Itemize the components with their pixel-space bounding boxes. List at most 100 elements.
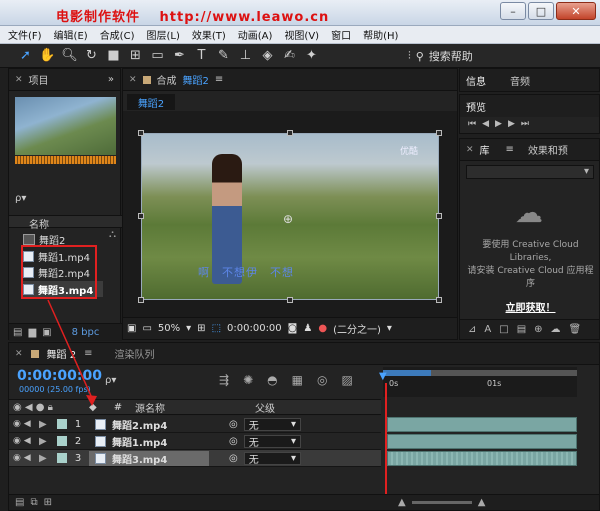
- menu-layer[interactable]: 图层(L): [146, 27, 179, 42]
- clone-stamp-tool-icon[interactable]: ⊥: [236, 46, 255, 65]
- layer-duration-bar[interactable]: [387, 451, 577, 466]
- expand-arrow-icon[interactable]: ▶: [39, 453, 51, 464]
- parent-picker[interactable]: ◎ 无 ▾: [209, 451, 301, 466]
- column-parent[interactable]: 父级: [255, 400, 315, 415]
- camera-tool-icon[interactable]: ■: [104, 46, 123, 65]
- chevron-down-icon[interactable]: ▾: [186, 323, 191, 334]
- library-tab[interactable]: 库: [480, 142, 490, 157]
- label-color[interactable]: [57, 453, 67, 463]
- rotate-tool-icon[interactable]: ↻: [82, 46, 101, 65]
- composition-viewer[interactable]: 优酷 啊 不想伊 不想 ⊕: [123, 111, 457, 317]
- expand-arrow-icon[interactable]: ▶: [39, 419, 51, 430]
- column-source-name[interactable]: 源名称: [129, 400, 255, 415]
- frame-blending-icon[interactable]: ▦: [292, 373, 303, 387]
- always-preview-icon[interactable]: ▣: [127, 323, 136, 334]
- layer-row-selected[interactable]: ◉ ◀ ▶ 3 舞蹈3.mp4 ◎ 无 ▾: [9, 450, 381, 467]
- close-tab-icon[interactable]: ✕: [466, 145, 474, 155]
- monitor-icon[interactable]: ▭: [142, 323, 151, 334]
- parent-picker[interactable]: ◎ 无 ▾: [209, 417, 301, 432]
- get-now-link[interactable]: 立即获取！: [464, 299, 597, 314]
- transform-handle[interactable]: [138, 130, 144, 136]
- bit-depth-button[interactable]: 8 bpc: [72, 327, 100, 338]
- layer-row[interactable]: ◉ ◀ ▶ 2 舞蹈1.mp4 ◎ 无 ▾: [9, 433, 381, 450]
- grid-icon[interactable]: ⊞: [197, 323, 205, 334]
- menu-animation[interactable]: 动画(A): [238, 27, 273, 42]
- layer-duration-bar[interactable]: [387, 434, 577, 449]
- eraser-tool-icon[interactable]: ◈: [258, 46, 277, 65]
- pickwhip-icon[interactable]: ◎: [229, 436, 238, 447]
- selection-tool-icon[interactable]: ➚: [16, 46, 35, 65]
- layer-duration-bar[interactable]: [387, 417, 577, 432]
- menu-view[interactable]: 视图(V): [284, 27, 319, 42]
- work-area-bar[interactable]: [383, 370, 431, 376]
- chevron-down-icon[interactable]: ▾: [387, 323, 392, 334]
- video-frame[interactable]: 优酷 啊 不想伊 不想 ⊕: [141, 133, 439, 300]
- mask-visibility-icon[interactable]: ⬚: [212, 323, 221, 334]
- transform-handle[interactable]: [287, 130, 293, 136]
- project-tab[interactable]: 项目: [29, 72, 49, 87]
- timeline-search-input[interactable]: ρ▾: [105, 375, 116, 386]
- composition-view-tab[interactable]: 舞蹈2: [127, 94, 175, 110]
- effects-tab[interactable]: 效果和预: [528, 142, 568, 157]
- add-graphic-icon[interactable]: ⊿: [468, 324, 476, 335]
- parent-dropdown[interactable]: 无 ▾: [243, 434, 301, 449]
- motion-blur-icon[interactable]: ◎: [317, 373, 327, 387]
- work-area-range[interactable]: [431, 370, 577, 376]
- zoom-slider[interactable]: [411, 501, 472, 504]
- close-tab-icon[interactable]: ✕: [15, 349, 23, 359]
- shy-layers-icon[interactable]: ◓: [267, 373, 277, 387]
- zoom-tool-icon[interactable]: 🔍︎: [60, 46, 79, 65]
- timeline-comp-tab[interactable]: 舞蹈 2: [47, 346, 77, 361]
- type-tool-icon[interactable]: T: [192, 46, 211, 65]
- hand-tool-icon[interactable]: ✋: [38, 46, 57, 65]
- info-tab[interactable]: 信息: [466, 73, 486, 88]
- timeline-current-time[interactable]: 0:00:00:00: [17, 368, 102, 384]
- zoom-dropdown[interactable]: 50%: [158, 323, 180, 334]
- panel-menu-icon[interactable]: ≡: [506, 144, 514, 155]
- av-switches-icon[interactable]: ◉ ◀ ● 🔒︎: [9, 402, 89, 413]
- brush-tool-icon[interactable]: ✎: [214, 46, 233, 65]
- transform-handle[interactable]: [436, 130, 442, 136]
- render-queue-tab[interactable]: 渲染队列: [114, 346, 154, 361]
- new-composition-icon[interactable]: ▣: [42, 327, 51, 338]
- transform-handle[interactable]: [287, 297, 293, 303]
- anchor-point-icon[interactable]: ⊕: [283, 212, 293, 226]
- zoom-in-icon[interactable]: ▲: [478, 497, 486, 508]
- add-text-icon[interactable]: A: [484, 324, 491, 335]
- stock-icon[interactable]: ▤: [517, 324, 526, 335]
- panel-menu-icon[interactable]: ≡: [215, 74, 223, 85]
- visibility-icon[interactable]: ◉ ◀: [9, 419, 39, 429]
- pen-tool-icon[interactable]: ✒: [170, 46, 189, 65]
- visibility-icon[interactable]: ◉ ◀: [9, 453, 39, 463]
- new-folder-icon[interactable]: ▆: [28, 327, 36, 338]
- menu-window[interactable]: 窗口: [331, 27, 351, 42]
- label-color[interactable]: [57, 419, 67, 429]
- transform-handle[interactable]: [436, 213, 442, 219]
- close-tab-icon[interactable]: ✕: [129, 75, 137, 85]
- toggle-transfer-icon[interactable]: ⊞: [44, 497, 52, 508]
- parent-dropdown[interactable]: 无 ▾: [243, 417, 301, 432]
- roto-brush-tool-icon[interactable]: ✍: [280, 46, 299, 65]
- parent-dropdown[interactable]: 无 ▾: [243, 451, 301, 466]
- playhead-marker-icon[interactable]: ▼: [379, 371, 387, 382]
- playhead[interactable]: [385, 383, 387, 501]
- preview-tab[interactable]: 预览: [466, 99, 486, 114]
- toggle-switches-icon[interactable]: ▤: [15, 497, 24, 508]
- toggle-modes-icon[interactable]: ⧉: [30, 497, 37, 508]
- playback-controls[interactable]: ⏮◀▶▶⏭: [468, 119, 535, 129]
- channel-icon[interactable]: ●: [318, 323, 327, 334]
- graph-editor-icon[interactable]: ▨: [341, 373, 352, 387]
- maximize-button[interactable]: □: [528, 2, 554, 20]
- search-help[interactable]: ⫶ ⚲ 搜索帮助: [408, 48, 473, 64]
- cloud-sync-icon[interactable]: ☁: [551, 324, 561, 335]
- menu-file[interactable]: 文件(F): [8, 27, 42, 42]
- layer-row[interactable]: ◉ ◀ ▶ 1 舞蹈2.mp4 ◎ 无 ▾: [9, 416, 381, 433]
- menu-composition[interactable]: 合成(C): [100, 27, 135, 42]
- layer-name[interactable]: 舞蹈1.mp4: [89, 434, 209, 449]
- label-column-icon[interactable]: ◆: [89, 402, 107, 413]
- comp-mini-flowchart-icon[interactable]: ⇶: [219, 373, 229, 387]
- rectangle-tool-icon[interactable]: ▭: [148, 46, 167, 65]
- time-ruler[interactable]: 0s 01s: [383, 367, 577, 397]
- parent-picker[interactable]: ◎ 无 ▾: [209, 434, 301, 449]
- workspace-menu-icon[interactable]: ⫶: [408, 49, 411, 63]
